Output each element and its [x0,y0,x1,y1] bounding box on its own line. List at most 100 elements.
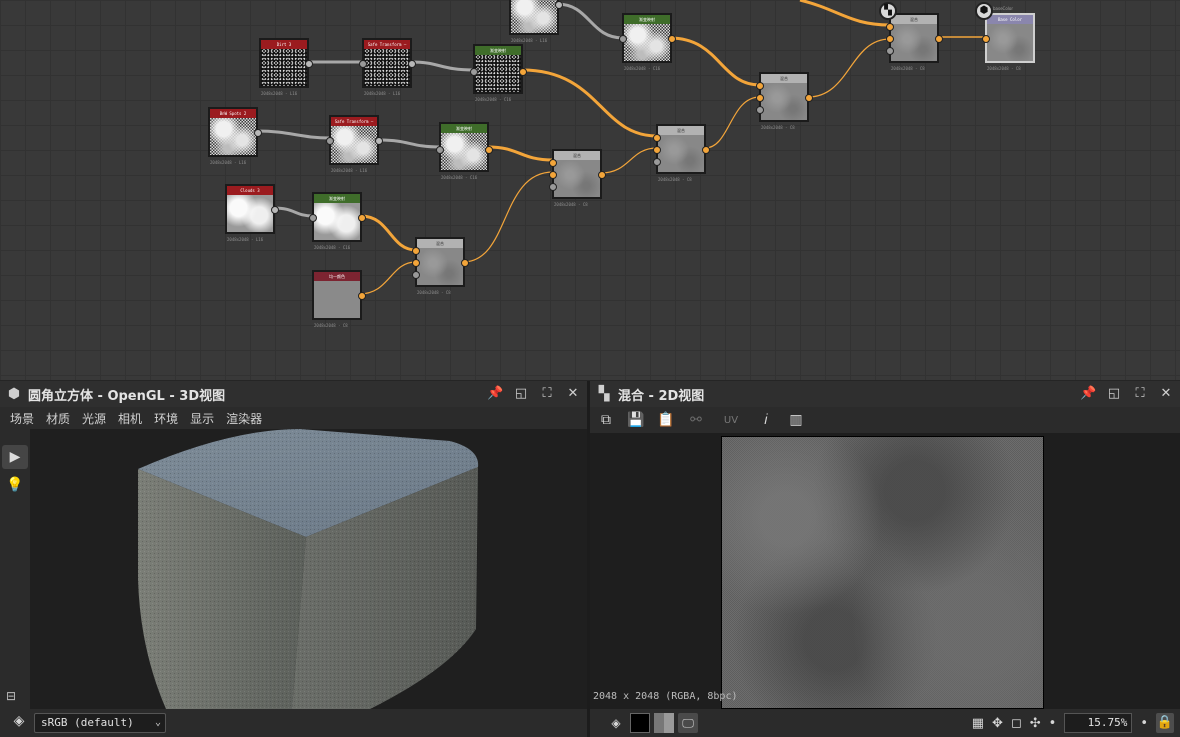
graph-node[interactable]: 渐变映射 2048x2048 - C16 [470,44,527,102]
input-port[interactable] [756,94,764,102]
output-port[interactable] [702,146,710,154]
menu-material[interactable]: 材质 [40,410,76,427]
input-port[interactable] [619,35,627,43]
viewport-3d[interactable] [30,429,587,709]
input-port[interactable] [412,259,420,267]
histogram-icon[interactable]: ▥ [786,412,806,428]
graph-node[interactable]: 渐变映射 2048x2048 - C16 [619,13,676,71]
camera-icon[interactable]: ▶ [2,445,28,469]
output-port[interactable] [668,35,676,43]
zoom-in-icon[interactable]: • [1140,716,1148,731]
share-icon[interactable]: ⚯ [686,412,706,428]
input-port[interactable] [549,159,557,167]
graph-node[interactable]: 渐变映射 2048x2048 - C16 [436,122,493,180]
output-port[interactable] [461,259,469,267]
paste-icon[interactable]: 📋 [656,412,676,428]
pan-icon[interactable]: ✣ [1030,716,1041,731]
input-port[interactable] [886,47,894,55]
graph-node[interactable]: 均一颜色 2048x2048 - C8 [312,270,366,328]
layers-icon[interactable]: ◈ [606,713,626,733]
graph-node[interactable]: Clouds 3 2048x2048 - L16 [225,184,279,242]
output-port[interactable] [375,137,383,145]
output-port[interactable] [271,206,279,214]
input-port[interactable] [982,35,990,43]
menu-display[interactable]: 显示 [184,410,220,427]
graph-node[interactable]: 混合 2048x2048 - C8 [886,13,943,71]
input-port[interactable] [470,68,478,76]
close-icon[interactable]: ✕ [565,385,581,403]
graph-node[interactable]: Safe Transform — 2048x2048 - L16 [359,38,416,96]
lock-icon[interactable]: 🔒 [1156,713,1174,733]
grid-icon[interactable]: ▦ [972,716,984,731]
graph-node[interactable]: 混合 2048x2048 - C8 [549,149,606,207]
output-port[interactable] [485,146,493,154]
node-graph[interactable]: 2048x2048 - L16 渐变映射 2048x2048 - C16 Dir… [0,0,1180,380]
menu-camera[interactable]: 相机 [112,410,148,427]
input-port[interactable] [412,247,420,255]
viewport-2d[interactable]: 2048 x 2048 (RGBA, 8bpc) [590,433,1180,709]
graph-node[interactable]: 混合 2048x2048 - C8 [756,72,813,130]
menu-environment[interactable]: 环境 [148,410,184,427]
zoom-input[interactable]: 15.75% [1064,713,1133,733]
input-port[interactable] [326,137,334,145]
menu-scene[interactable]: 场景 [4,410,40,427]
pin-icon[interactable]: 📌 [487,385,503,403]
graph-node[interactable]: BnW Spots 2 2048x2048 - L16 [208,107,262,165]
output-port[interactable] [358,214,366,222]
graph-node[interactable]: 2048x2048 - L16 [509,0,563,43]
input-port[interactable] [756,106,764,114]
close-icon[interactable]: ✕ [1158,385,1174,403]
node-header: 渐变映射 [475,46,521,55]
maximize-icon[interactable]: ⛶ [1132,385,1148,403]
input-port[interactable] [549,171,557,179]
output-port[interactable] [254,129,262,137]
graph-node[interactable]: 渐变映射 2048x2048 - C16 [309,192,366,250]
output-port[interactable] [555,1,563,9]
output-port[interactable] [935,35,943,43]
pin-icon[interactable]: 📌 [1080,385,1096,403]
output-port[interactable] [598,171,606,179]
input-port[interactable] [549,183,557,191]
menu-light[interactable]: 光源 [76,410,112,427]
restore-icon[interactable]: ◱ [1106,385,1122,403]
rgb-monitor-icon[interactable]: 🖵 [678,713,698,733]
lightbulb-icon[interactable]: 💡 [2,473,28,497]
fit-icon[interactable]: ◻ [1011,716,1022,731]
menu-renderer[interactable]: 渲染器 [220,410,268,427]
copy-icon[interactable]: ⧉ [596,412,616,428]
maximize-icon[interactable]: ⛶ [539,385,555,403]
input-port[interactable] [412,271,420,279]
graph-node[interactable]: Safe Transform — 2048x2048 - L16 [326,115,383,173]
save-icon[interactable]: 💾 [626,412,646,428]
output-node[interactable]: Base Color 2048x2048 - C8 [982,13,1035,71]
restore-icon[interactable]: ◱ [513,385,529,403]
zoom-out-icon[interactable]: • [1049,716,1057,731]
output-port[interactable] [519,68,527,76]
input-port[interactable] [309,214,317,222]
input-port[interactable] [359,60,367,68]
uv-toggle[interactable]: UV [716,415,746,426]
input-port[interactable] [436,146,444,154]
channel-black-swatch[interactable] [630,713,650,733]
pixel-tool-icon[interactable]: ✥ [992,716,1003,731]
output-port[interactable] [408,60,416,68]
input-port[interactable] [653,146,661,154]
info-icon[interactable]: 𝑖 [756,412,776,428]
texture-info: 2048 x 2048 (RGBA, 8bpc) [593,691,738,702]
hierarchy-icon[interactable]: ⊟ [6,689,16,703]
input-port[interactable] [886,35,894,43]
graph-node[interactable]: 混合 2048x2048 - C8 [412,237,469,295]
input-port[interactable] [756,82,764,90]
graph-node[interactable]: Dirt 3 2048x2048 - L16 [259,38,313,96]
output-port[interactable] [358,292,366,300]
input-port[interactable] [653,158,661,166]
input-port[interactable] [653,134,661,142]
colorspace-value: sRGB (default) [41,716,134,729]
input-port[interactable] [886,23,894,31]
graph-node[interactable]: 混合 2048x2048 - C8 [653,124,710,182]
channel-grey-swatch[interactable] [654,713,674,733]
colorspace-select[interactable]: sRGB (default) ⌄ [34,713,166,733]
output-port[interactable] [305,60,313,68]
layers-icon[interactable]: ◈ [8,713,30,733]
output-port[interactable] [805,94,813,102]
